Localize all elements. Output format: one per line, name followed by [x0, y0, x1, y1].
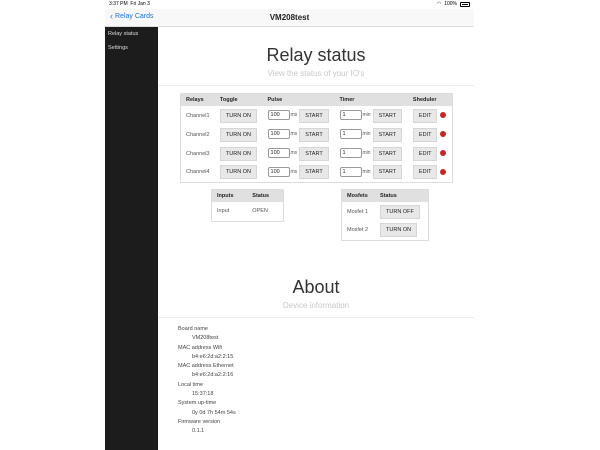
timer-unit: min	[362, 131, 371, 138]
table-row: Channel1 TURN ON 100 ms START 1 min START ED…	[181, 106, 453, 125]
info-label: System up-time	[178, 400, 217, 407]
sidebar-item-settings[interactable]: Settings	[105, 41, 158, 55]
table-row: Input OPEN	[212, 202, 284, 221]
timer-input[interactable]: 1	[339, 110, 362, 121]
divider	[158, 85, 474, 86]
sidebar-item-relay-status[interactable]: Relay status	[105, 27, 158, 41]
wifi-icon: ◠	[436, 1, 442, 7]
timer-input[interactable]: 1	[339, 148, 362, 159]
pulse-input[interactable]: 100	[267, 166, 290, 177]
pulse-input[interactable]: 100	[267, 110, 290, 121]
col-pulse: Pulse	[262, 93, 335, 106]
timer-input[interactable]: 1	[339, 166, 362, 177]
toggle-button[interactable]: TURN ON	[219, 146, 257, 161]
edit-button[interactable]: EDIT	[412, 146, 438, 161]
table-row: Mosfet 1 TURN OFF	[342, 202, 429, 221]
col-status: Status	[375, 189, 429, 202]
info-label: Local time	[178, 381, 204, 388]
col-status: Status	[247, 189, 284, 202]
battery-icon	[460, 2, 470, 7]
info-label: MAC address Wifi	[178, 344, 223, 351]
info-value: 0y 0d 7h 54m 54s	[192, 409, 236, 416]
device-info: Board name VM208test MAC address Wifi b4…	[178, 325, 236, 437]
info-value: b4:e6:2d:a2:2:15	[192, 353, 234, 360]
status-time: 3:37 PM Fri Jan 3	[109, 1, 150, 7]
status-right: ◠ 100%	[437, 0, 470, 9]
col-toggle: Toggle	[214, 93, 263, 106]
main-content: Relay status View the status of your IO'…	[158, 27, 474, 450]
channel-name: Channel4	[186, 169, 210, 176]
mosfet-toggle-button[interactable]: TURN ON	[380, 223, 418, 238]
timer-unit: min	[362, 112, 371, 119]
toggle-button[interactable]: TURN ON	[219, 127, 257, 142]
relay-status-title: Relay status	[266, 45, 366, 65]
battery-percent: 100%	[444, 1, 457, 7]
pulse-start-button[interactable]: START	[299, 165, 329, 180]
ios-status-bar: 3:37 PM Fri Jan 3 ◠ 100%	[105, 0, 474, 9]
mosfet-toggle-button[interactable]: TURN OFF	[380, 204, 420, 219]
edit-button[interactable]: EDIT	[412, 108, 438, 123]
info-label: MAC address Ethernet	[178, 363, 234, 370]
pulse-start-button[interactable]: START	[299, 127, 329, 142]
pulse-start-button[interactable]: START	[299, 108, 329, 123]
col-inputs: Inputs	[211, 189, 248, 202]
mosfets-table: Mosfets Status Mosfet 1 TURN OFF Mosfet …	[341, 189, 429, 241]
timer-start-button[interactable]: START	[372, 165, 403, 180]
status-dot	[440, 168, 447, 175]
channel-name: Channel3	[186, 150, 210, 157]
table-row: Mosfet 2 TURN ON	[342, 221, 429, 240]
relay-status-subtitle: View the status of your IO's	[267, 69, 365, 78]
timer-start-button[interactable]: START	[372, 146, 403, 161]
table-row: Channel4 TURN ON 100 ms START 1 min START ED…	[181, 163, 453, 182]
status-dot	[440, 112, 447, 119]
input-status: OPEN	[252, 208, 268, 215]
col-sheduler: Sheduler	[407, 93, 453, 106]
toggle-button[interactable]: TURN ON	[219, 165, 257, 180]
info-label: Board name	[178, 326, 208, 332]
about-title: About	[292, 277, 340, 297]
status-dot	[440, 131, 447, 138]
divider	[158, 317, 474, 318]
pulse-start-button[interactable]: START	[299, 146, 329, 161]
mosfet-name: Mosfet 1	[347, 208, 369, 215]
timer-input[interactable]: 1	[339, 129, 362, 140]
pulse-unit: ms	[290, 168, 298, 175]
info-value: VM208test	[192, 335, 219, 342]
mosfet-name: Mosfet 2	[347, 227, 369, 234]
pulse-input[interactable]: 100	[267, 148, 290, 159]
channel-name: Channel2	[186, 131, 210, 138]
edit-button[interactable]: EDIT	[412, 165, 438, 180]
sidebar: Relay status Settings	[105, 27, 158, 450]
pulse-unit: ms	[290, 131, 298, 138]
pulse-input[interactable]: 100	[267, 129, 290, 140]
col-mosfets: Mosfets	[341, 189, 376, 202]
info-value: 0.1.1	[192, 428, 205, 435]
col-timer: Timer	[334, 93, 408, 106]
navigation-bar: ‹ Relay Cards VM208test	[105, 9, 474, 27]
status-dot	[440, 150, 447, 157]
channel-name: Channel1	[186, 112, 210, 119]
timer-start-button[interactable]: START	[372, 108, 403, 123]
inputs-table: Inputs Status Input OPEN	[211, 189, 284, 222]
relay-table: Relays Toggle Pulse Timer Sheduler Chann…	[180, 93, 453, 183]
input-name: Input	[217, 208, 230, 215]
info-label: Firmware version	[178, 418, 221, 425]
timer-start-button[interactable]: START	[372, 127, 403, 142]
pulse-unit: ms	[290, 112, 298, 119]
timer-unit: min	[362, 168, 371, 175]
timer-unit: min	[362, 150, 371, 157]
toggle-button[interactable]: TURN ON	[219, 108, 257, 123]
nav-title: VM208test	[269, 13, 310, 22]
info-value: b4:e6:2d:a2:2:16	[192, 372, 234, 379]
edit-button[interactable]: EDIT	[412, 127, 438, 142]
table-row: Channel3 TURN ON 100 ms START 1 min START ED…	[181, 144, 453, 163]
pulse-unit: ms	[290, 150, 298, 157]
info-value: 15:37:18	[192, 391, 214, 398]
table-row: Channel2 TURN ON 100 ms START 1 min START ED…	[181, 125, 453, 144]
col-relays: Relays	[180, 93, 215, 106]
about-subtitle: Device information	[282, 301, 350, 310]
